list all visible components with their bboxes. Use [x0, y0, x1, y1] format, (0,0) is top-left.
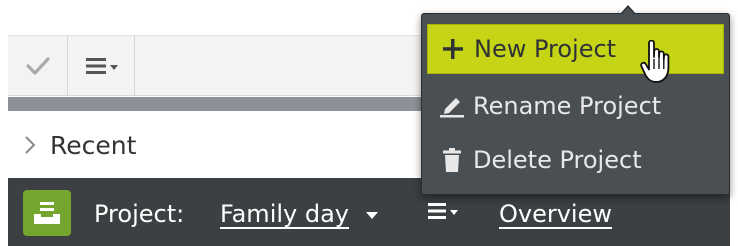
project-list-menu-button[interactable] [428, 202, 458, 220]
inbox-tray-icon [34, 202, 60, 224]
project-dropdown-menu: New Project Rename Project Delete Projec… [421, 5, 730, 195]
trash-icon [439, 147, 465, 173]
chevron-down-icon [450, 209, 458, 215]
menu-item-label: Rename Project [473, 92, 662, 120]
project-label: Project: [94, 200, 185, 228]
chevron-down-icon[interactable] [366, 212, 378, 219]
menu-item-label: New Project [474, 35, 617, 63]
app-logo[interactable] [23, 190, 71, 236]
check-button[interactable] [8, 36, 68, 96]
list-menu-icon [428, 203, 446, 219]
menu-item-rename-project[interactable]: Rename Project [427, 81, 724, 131]
plus-icon [440, 36, 466, 62]
recent-label: Recent [50, 130, 137, 160]
menu-item-delete-project[interactable]: Delete Project [427, 135, 724, 185]
app-frame: Recent Project: Family day Overview New … [0, 0, 738, 246]
checkmark-icon [25, 57, 50, 75]
hand-pointer-cursor [640, 40, 670, 83]
chevron-right-icon [25, 136, 36, 154]
overview-link[interactable]: Overview [499, 200, 612, 228]
list-menu-button[interactable] [69, 36, 135, 96]
menu-item-label: Delete Project [473, 146, 642, 174]
chevron-down-icon [109, 64, 118, 70]
pencil-icon [439, 93, 465, 119]
project-selector[interactable]: Family day [220, 200, 349, 228]
list-menu-icon [85, 58, 106, 74]
menu-item-new-project[interactable]: New Project [427, 24, 724, 74]
